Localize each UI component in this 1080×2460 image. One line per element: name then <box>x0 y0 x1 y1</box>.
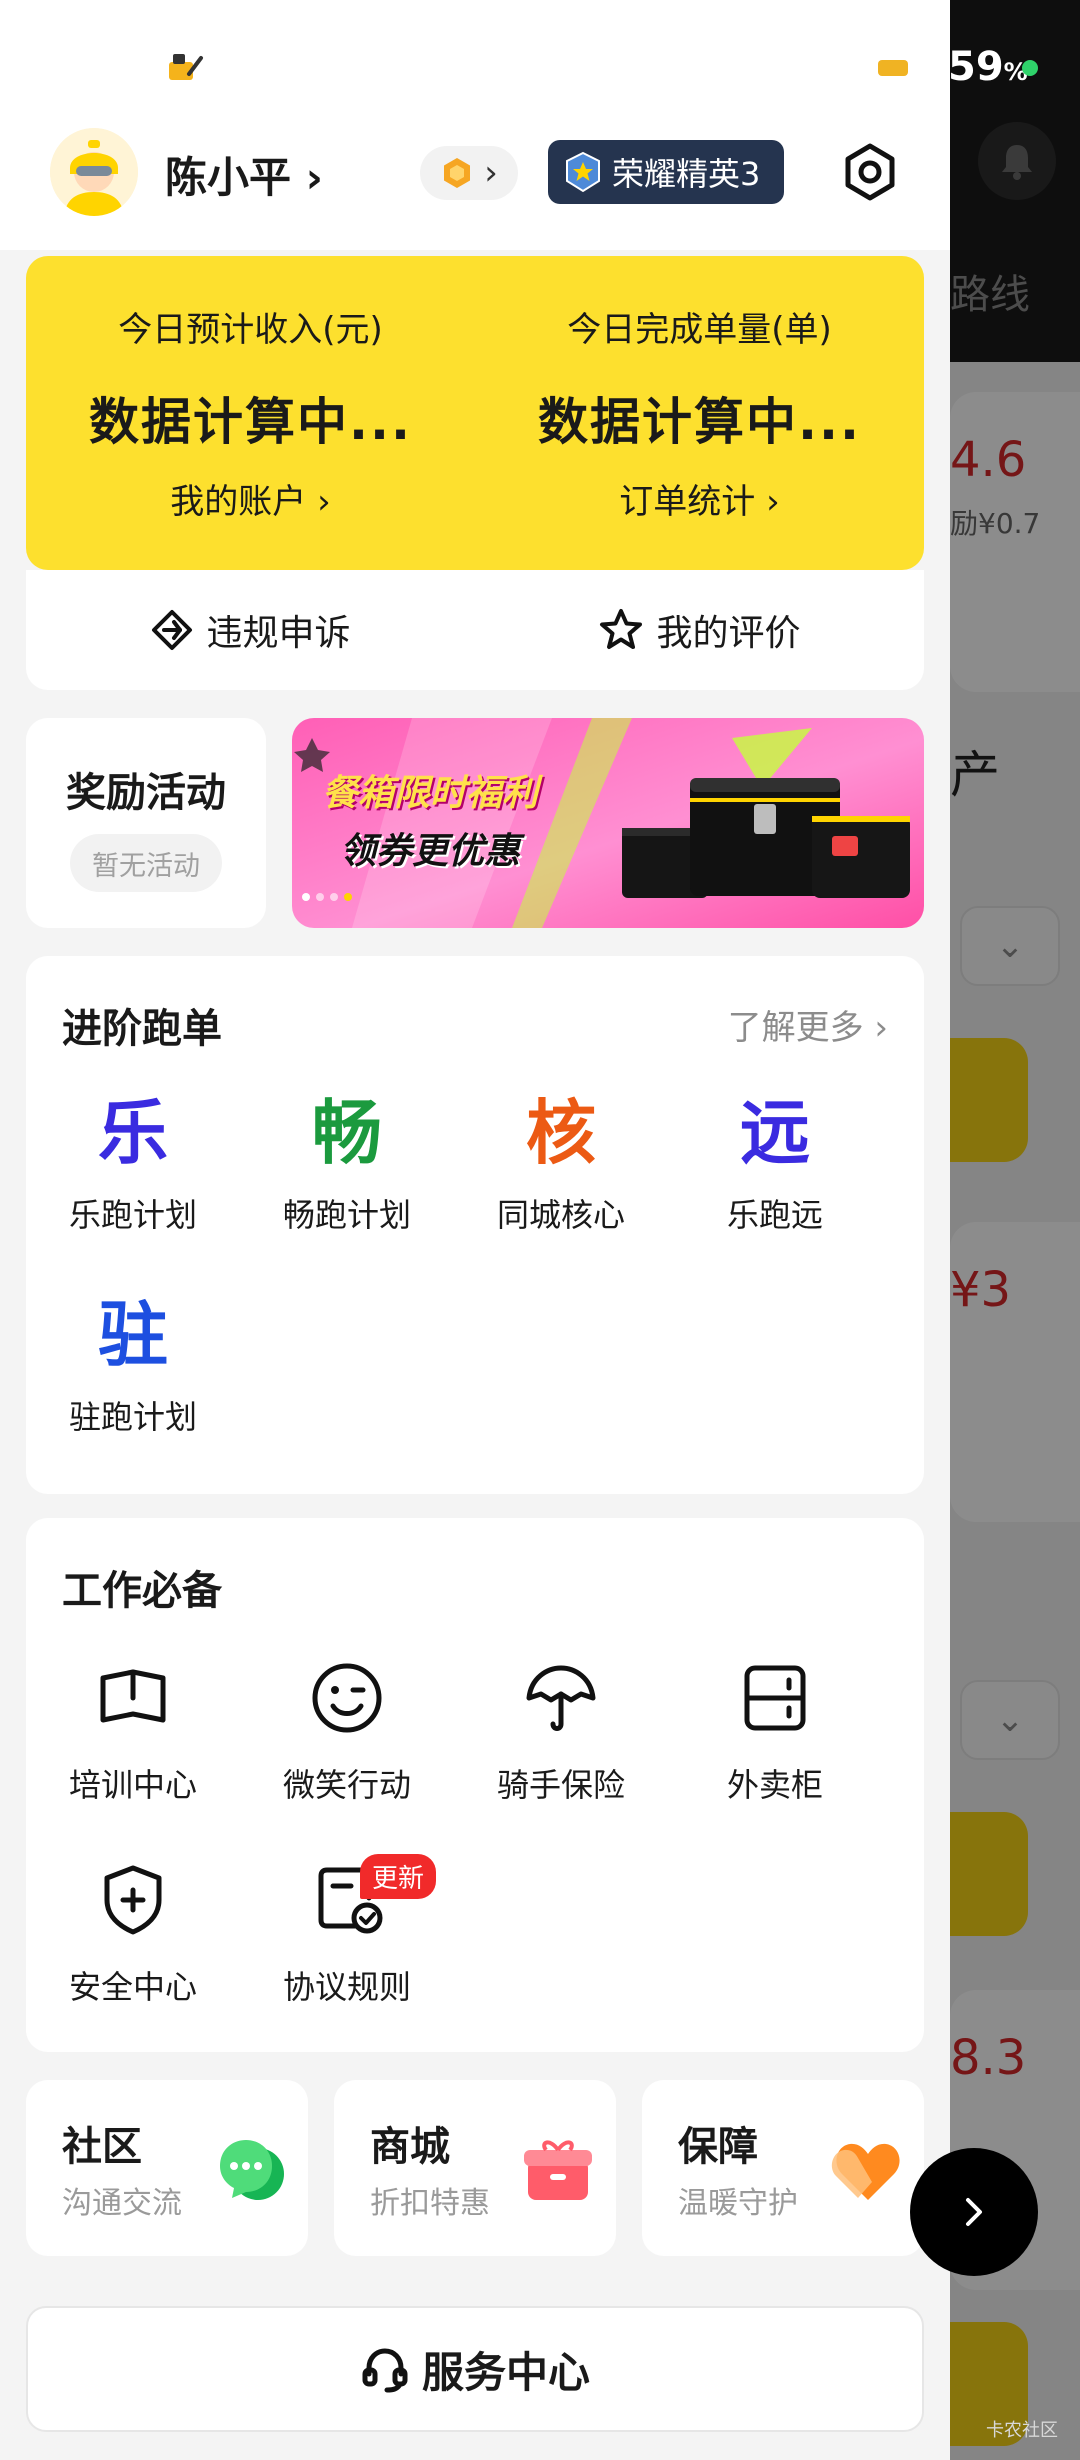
tool-label: 协议规则 <box>282 1968 411 2006</box>
plan-item-zhupao[interactable]: 驻 驻跑计划 <box>26 1300 240 1438</box>
plan-item-changpao[interactable]: 畅 畅跑计划 <box>240 1098 454 1236</box>
book-icon <box>100 1669 166 1723</box>
banner-title: 餐箱限时福利 <box>322 773 539 814</box>
rank-badge[interactable]: 荣耀精英3 <box>548 140 784 204</box>
plan-label: 驻跑计划 <box>68 1398 197 1436</box>
avatar[interactable] <box>50 128 138 216</box>
side-drawer: 陈小平 › › 荣耀精英3 今日预计收入(元) 数据计算中... 我的账户 › … <box>0 0 950 2460</box>
violation-appeal-label: 违规申诉 <box>206 613 351 654</box>
plan-label: 同城核心 <box>496 1196 625 1234</box>
quick-actions-row: 违规申诉 我的评价 <box>26 570 924 690</box>
learn-more-link[interactable]: 了解更多 › <box>728 1000 888 1049</box>
tool-label: 微笑行动 <box>282 1766 411 1804</box>
update-badge: 更新 <box>360 1854 437 1899</box>
protection-title: 保障 <box>678 2124 758 2170</box>
next-arrow-button[interactable] <box>910 2148 1038 2276</box>
tool-item-agreement[interactable]: 更新 协议规则 <box>240 1854 454 2008</box>
today-orders-column: 今日完成单量(单) 数据计算中... 订单统计 › <box>475 256 924 570</box>
work-essentials-title: 工作必备 <box>62 1568 222 1614</box>
settings-button[interactable] <box>838 140 902 204</box>
plan-char-icon: 远 <box>740 1092 810 1174</box>
tool-item-training[interactable]: 培训中心 <box>26 1658 240 1806</box>
overlay-scrim[interactable] <box>950 0 1080 2460</box>
service-center-label: 服务中心 <box>421 2347 590 2397</box>
plan-label: 乐跑远 <box>726 1196 823 1234</box>
advanced-running-card: 进阶跑单 了解更多 › 乐 乐跑计划 畅 畅跑计划 核 同城核心 远 乐跑远 驻… <box>26 956 924 1494</box>
tool-label: 外卖柜 <box>726 1766 823 1804</box>
plan-item-lepao[interactable]: 乐 乐跑计划 <box>26 1098 240 1236</box>
no-activity-chip: 暂无活动 <box>70 834 222 892</box>
tool-label: 安全中心 <box>68 1968 197 2006</box>
user-name-link[interactable]: 陈小平 › <box>165 144 323 205</box>
headset-icon <box>362 2348 408 2393</box>
reward-activity-card[interactable]: 奖励活动 暂无活动 <box>26 718 266 928</box>
settings-hexagon-icon <box>845 143 895 201</box>
tool-item-insurance[interactable]: 骑手保险 <box>454 1658 668 1806</box>
today-income-label: 今日预计收入(元) <box>118 310 383 350</box>
plan-char-icon: 驻 <box>98 1294 168 1376</box>
points-chevron: › <box>484 153 498 193</box>
income-card: 今日预计收入(元) 数据计算中... 我的账户 › 今日完成单量(单) 数据计算… <box>26 256 924 570</box>
chat-bubble-icon <box>220 2140 284 2200</box>
today-orders-value: 数据计算中... <box>538 393 861 451</box>
promo-banner[interactable]: 餐箱限时福利 领券更优惠 <box>292 718 924 928</box>
today-income-column: 今日预计收入(元) 数据计算中... 我的账户 › <box>26 256 475 570</box>
tool-label: 骑手保险 <box>496 1766 625 1804</box>
advanced-running-title: 进阶跑单 <box>62 1006 222 1052</box>
appeal-diamond-icon <box>152 610 193 650</box>
profile-row: 陈小平 › › 荣耀精英3 <box>0 128 950 228</box>
community-card[interactable]: 社区 沟通交流 <box>26 2080 308 2256</box>
banner-subtitle: 领券更优惠 <box>340 831 521 872</box>
umbrella-icon <box>526 1665 596 1731</box>
plan-item-lepao-far[interactable]: 远 乐跑远 <box>668 1098 882 1236</box>
star-medal-icon <box>566 151 600 193</box>
community-title: 社区 <box>62 2124 142 2170</box>
plan-label: 乐跑计划 <box>68 1196 197 1234</box>
work-essentials-card: 工作必备 培训中心 微笑行动 骑手保险 外卖柜 安全中心 更新 协议规则 <box>26 1518 924 2052</box>
rank-label: 荣耀精英3 <box>612 155 761 193</box>
watermark: 卡农社区 <box>986 2420 1058 2441</box>
plan-item-city-core[interactable]: 核 同城核心 <box>454 1098 668 1236</box>
tool-item-locker[interactable]: 外卖柜 <box>668 1658 882 1806</box>
today-income-value: 数据计算中... <box>89 393 412 451</box>
coin-hexagon-icon <box>444 158 471 188</box>
heart-icon <box>831 2143 900 2200</box>
violation-appeal-button[interactable]: 违规申诉 <box>26 570 475 690</box>
points-button[interactable]: › <box>420 146 518 200</box>
reward-activity-title: 奖励活动 <box>66 770 226 816</box>
order-stats-link[interactable]: 订单统计 › <box>475 474 924 523</box>
tool-label: 培训中心 <box>68 1766 197 1804</box>
gift-box-icon <box>524 2140 592 2200</box>
community-subtitle: 沟通交流 <box>62 2186 182 2221</box>
my-account-link[interactable]: 我的账户 › <box>26 474 475 523</box>
today-orders-label: 今日完成单量(单) <box>567 310 832 350</box>
plan-char-icon: 乐 <box>98 1092 168 1174</box>
shield-icon <box>104 1865 162 1935</box>
my-rating-label: 我的评价 <box>656 613 801 654</box>
my-rating-button[interactable]: 我的评价 <box>475 570 924 690</box>
tool-item-safety[interactable]: 安全中心 <box>26 1860 240 2008</box>
tool-item-smile[interactable]: 微笑行动 <box>240 1658 454 1806</box>
chevron-right-icon <box>966 2198 982 2226</box>
mall-card[interactable]: 商城 折扣特惠 <box>334 2080 616 2256</box>
smile-icon <box>312 1663 382 1733</box>
protection-subtitle: 温暖守护 <box>678 2186 798 2221</box>
service-center-button[interactable]: 服务中心 <box>26 2306 924 2432</box>
locker-icon <box>744 1665 806 1731</box>
plan-label: 畅跑计划 <box>282 1196 411 1234</box>
plan-char-icon: 核 <box>526 1092 596 1174</box>
plan-char-icon: 畅 <box>312 1092 382 1174</box>
mall-title: 商城 <box>370 2124 450 2170</box>
mall-subtitle: 折扣特惠 <box>370 2186 490 2221</box>
star-outline-icon <box>600 609 643 649</box>
protection-card[interactable]: 保障 温暖守护 <box>642 2080 924 2256</box>
rider-avatar-icon <box>50 128 138 216</box>
